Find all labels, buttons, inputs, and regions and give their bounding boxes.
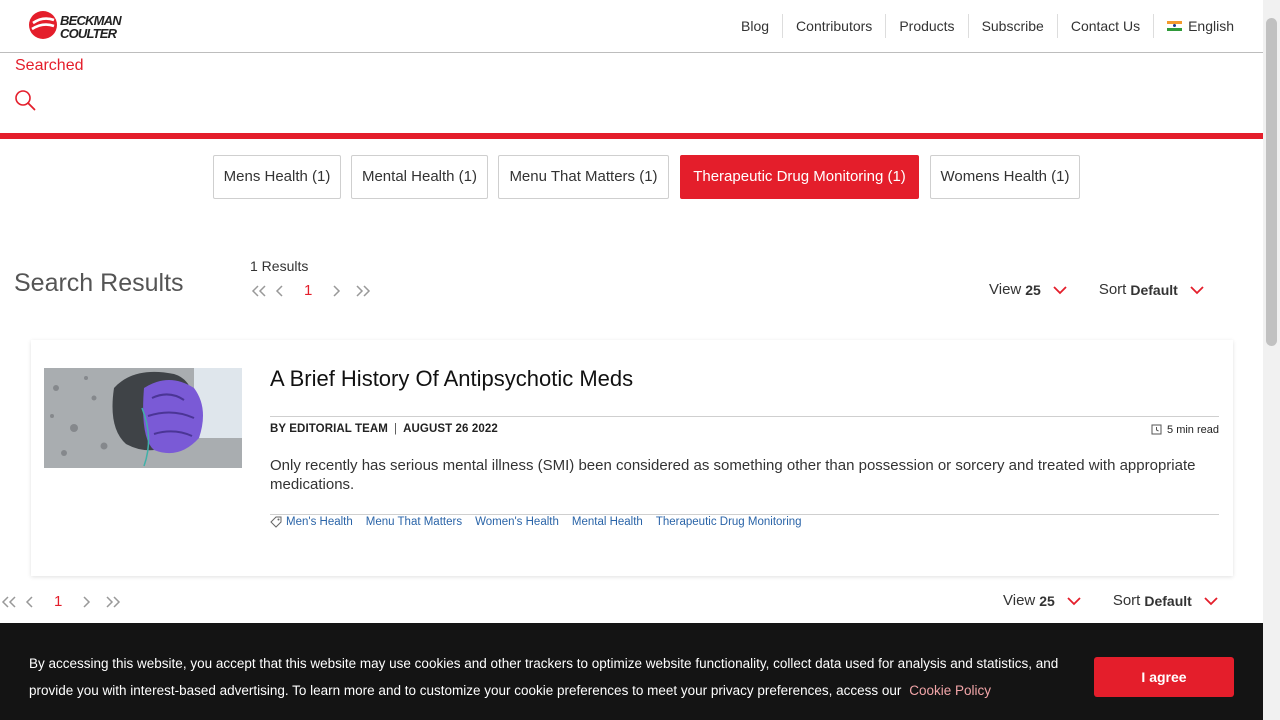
tag-mental-health[interactable]: Mental Health (572, 516, 643, 528)
language-selector[interactable]: English (1153, 14, 1247, 38)
results-count: 1 Results (250, 258, 309, 274)
article-title[interactable]: A Brief History Of Antipsychotic Meds (270, 366, 633, 392)
page-scrollbar[interactable] (1263, 0, 1280, 720)
first-page-icon[interactable] (250, 284, 268, 298)
brand-line2: COULTER (60, 26, 117, 41)
chevron-down-icon (1190, 285, 1204, 294)
last-page-icon[interactable] (104, 595, 122, 609)
results-heading: Search Results (14, 269, 184, 297)
tag-mens-health[interactable]: Men's Health (286, 516, 353, 528)
search-divider-bar (0, 133, 1263, 139)
article-tags: Men's Health Menu That Matters Women's H… (270, 516, 815, 528)
brain-illustration (44, 368, 242, 468)
filter-mens-health[interactable]: Mens Health (1) (213, 155, 341, 199)
scrollbar-thumb[interactable] (1266, 18, 1277, 346)
cookie-policy-link[interactable]: Cookie Policy (909, 683, 991, 698)
next-page-icon[interactable] (330, 284, 342, 298)
filter-menu-that-matters[interactable]: Menu That Matters (1) (498, 155, 669, 199)
article-author: BY EDITORIAL TEAM (270, 423, 388, 435)
nav-contributors[interactable]: Contributors (782, 14, 885, 38)
first-page-icon[interactable] (0, 595, 18, 609)
cookie-message: By accessing this website, you accept th… (29, 650, 1089, 704)
language-label: English (1188, 18, 1234, 34)
nav-products[interactable]: Products (885, 14, 967, 38)
agree-button[interactable]: I agree (1094, 657, 1234, 697)
tag-icon (270, 516, 282, 528)
sort-dropdown[interactable]: Sort Default (1113, 592, 1218, 609)
brand-logo-icon (29, 11, 57, 39)
tag-womens-health[interactable]: Women's Health (475, 516, 559, 528)
nav-blog[interactable]: Blog (728, 14, 782, 38)
brand-wordmark: BECKMAN COULTER (60, 14, 122, 41)
chevron-down-icon (1204, 596, 1218, 605)
searched-label: Searched (15, 57, 84, 74)
next-page-icon[interactable] (80, 595, 92, 609)
tag-menu-that-matters[interactable]: Menu That Matters (366, 516, 462, 528)
top-pagination: 1 (250, 282, 372, 299)
view-label: View (989, 281, 1022, 298)
prev-page-icon[interactable] (274, 284, 286, 298)
article-thumbnail[interactable] (44, 368, 242, 468)
view-dropdown[interactable]: View 25 (989, 281, 1067, 298)
sort-label: Sort (1098, 281, 1127, 298)
view-label: View (1003, 592, 1036, 609)
sort-dropdown[interactable]: Sort Default (1099, 281, 1204, 298)
top-view-sort: View 25 Sort Default (989, 281, 1204, 298)
page-number[interactable]: 1 (54, 593, 62, 610)
view-value: 25 (1025, 281, 1041, 298)
article-byline: BY EDITORIAL TEAM | AUGUST 26 2022 (270, 423, 498, 435)
page-number[interactable]: 1 (304, 282, 312, 299)
last-page-icon[interactable] (354, 284, 372, 298)
sort-value: Default (1130, 281, 1178, 298)
view-value: 25 (1039, 592, 1055, 609)
bottom-pagination: 1 (0, 593, 122, 610)
title-divider (270, 416, 1219, 417)
prev-page-icon[interactable] (24, 595, 36, 609)
read-time: 5 min read (1150, 423, 1219, 436)
cookie-banner: By accessing this website, you accept th… (0, 623, 1263, 720)
article-date: AUGUST 26 2022 (403, 423, 498, 435)
site-header: BECKMAN COULTER Blog Contributors Produc… (0, 0, 1263, 53)
nav-subscribe[interactable]: Subscribe (967, 14, 1057, 38)
sort-label: Sort (1112, 592, 1141, 609)
main-nav: Blog Contributors Products Subscribe Con… (728, 0, 1247, 52)
read-time-label: 5 min read (1167, 423, 1219, 436)
bottom-view-sort: View 25 Sort Default (1003, 592, 1218, 609)
brand-logo[interactable]: BECKMAN COULTER (28, 10, 138, 42)
tag-therapeutic-drug-monitoring[interactable]: Therapeutic Drug Monitoring (656, 516, 802, 528)
clock-icon (1151, 424, 1162, 435)
article-card: A Brief History Of Antipsychotic Meds BY… (31, 340, 1233, 576)
search-icon[interactable] (14, 89, 36, 111)
filter-mental-health[interactable]: Mental Health (1) (351, 155, 488, 199)
category-filters: Mens Health (1) Mental Health (1) Menu T… (0, 155, 1263, 199)
nav-contact-us[interactable]: Contact Us (1056, 14, 1153, 38)
sort-value: Default (1144, 592, 1192, 609)
chevron-down-icon (1053, 285, 1067, 294)
filter-womens-health[interactable]: Womens Health (1) (930, 155, 1080, 199)
filter-therapeutic-drug-monitoring[interactable]: Therapeutic Drug Monitoring (1) (680, 155, 919, 199)
view-dropdown[interactable]: View 25 (1003, 592, 1081, 609)
article-excerpt: Only recently has serious mental illness… (270, 457, 1196, 493)
india-flag-icon (1167, 20, 1183, 32)
tags-divider (270, 514, 1219, 515)
cookie-text: By accessing this website, you accept th… (29, 656, 1059, 698)
chevron-down-icon (1067, 596, 1081, 605)
